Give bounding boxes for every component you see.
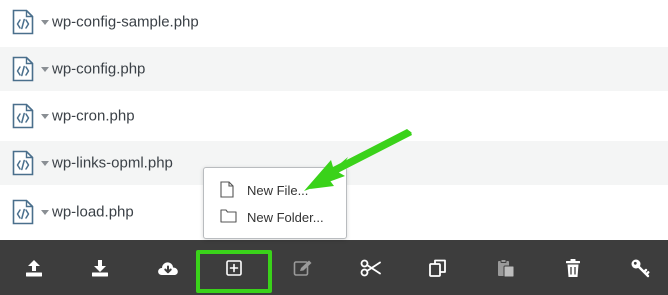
file-name[interactable]: wp-links-opml.php <box>52 155 173 172</box>
file-name[interactable]: wp-config-sample.php <box>52 14 199 31</box>
php-file-icon <box>12 150 34 176</box>
download-icon <box>92 260 108 277</box>
php-file-icon <box>12 9 34 35</box>
permissions-button[interactable] <box>618 248 662 288</box>
caret-down-icon[interactable] <box>41 67 49 72</box>
php-file-icon <box>12 56 34 82</box>
new-item-highlight <box>196 250 272 293</box>
download-button[interactable] <box>78 248 122 288</box>
file-row[interactable]: wp-config.php <box>0 47 668 91</box>
file-outline-icon <box>220 181 234 198</box>
file-row[interactable]: wp-cron.php <box>0 94 668 138</box>
copy-icon <box>429 259 446 277</box>
php-file-icon <box>12 103 34 129</box>
menu-item-label: New Folder... <box>247 210 324 225</box>
trash-icon <box>566 259 580 277</box>
file-row[interactable]: wp-config-sample.php <box>0 0 668 44</box>
edit-button[interactable] <box>281 248 325 288</box>
paste-icon <box>498 259 515 278</box>
upload-icon <box>26 260 42 277</box>
cloud-download-button[interactable] <box>146 248 190 288</box>
file-toolbar <box>0 240 668 295</box>
caret-down-icon[interactable] <box>41 114 49 119</box>
caret-down-icon[interactable] <box>41 161 49 166</box>
delete-button[interactable] <box>551 248 595 288</box>
copy-button[interactable] <box>416 248 460 288</box>
paste-button[interactable] <box>484 248 528 288</box>
permissions-key-icon <box>631 259 650 278</box>
cut-icon <box>360 259 381 277</box>
file-name[interactable]: wp-load.php <box>52 204 134 221</box>
new-item-dropdown: New File... New Folder... <box>203 167 347 239</box>
upload-button[interactable] <box>12 248 56 288</box>
edit-icon <box>293 260 312 276</box>
caret-down-icon[interactable] <box>41 210 49 215</box>
folder-outline-icon <box>220 209 237 223</box>
file-name[interactable]: wp-cron.php <box>52 108 135 125</box>
menu-item-new-file[interactable]: New File... <box>204 178 346 204</box>
menu-item-label: New File... <box>247 183 309 198</box>
cloud-download-icon <box>158 262 178 275</box>
caret-down-icon[interactable] <box>41 20 49 25</box>
cut-button[interactable] <box>349 248 393 288</box>
file-name[interactable]: wp-config.php <box>52 61 145 78</box>
php-file-icon <box>12 199 34 225</box>
menu-item-new-folder[interactable]: New Folder... <box>204 205 346 231</box>
